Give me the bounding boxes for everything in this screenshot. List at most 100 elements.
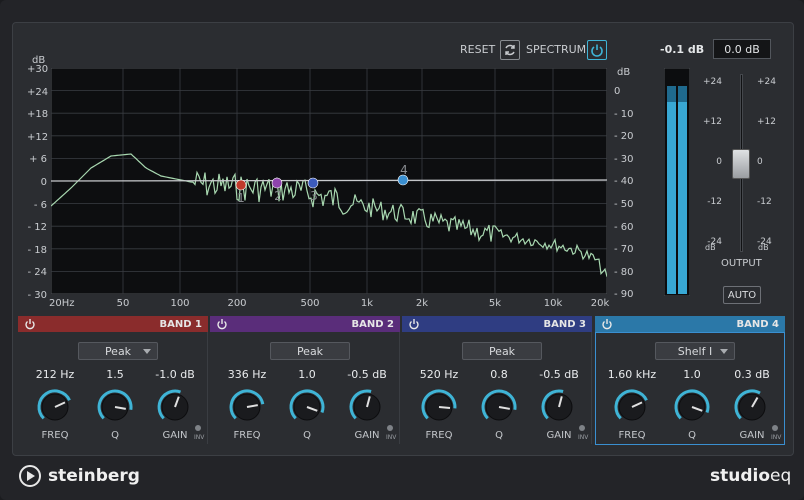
- steinberg-logo-icon: [19, 465, 41, 487]
- band-4-header[interactable]: BAND 4: [595, 316, 785, 332]
- band-3-marker-label: 3: [310, 189, 318, 203]
- band-3-invert-toggle[interactable]: [579, 425, 585, 431]
- frequency-tick: 100: [170, 298, 190, 309]
- band-2-gain-label: GAIN: [354, 430, 380, 441]
- band-2-gain-knob[interactable]: [347, 387, 387, 427]
- band-2-type-select[interactable]: Peak: [270, 342, 350, 360]
- frequency-tick: 1k: [360, 298, 374, 309]
- band-1-header[interactable]: BAND 1: [18, 316, 208, 332]
- product-name: studioeq: [710, 466, 791, 486]
- band-3-freq-knob[interactable]: [419, 387, 459, 427]
- band-title: BAND 3: [543, 318, 586, 330]
- band-2-header[interactable]: BAND 2: [210, 316, 400, 332]
- output-scale-tick: -12: [707, 197, 722, 207]
- band-1-gain-label: GAIN: [162, 430, 188, 441]
- output-scale-tick: +24: [703, 77, 722, 87]
- band-4-type-select[interactable]: Shelf I: [655, 342, 735, 360]
- band-2-invert-label: INV: [386, 434, 397, 441]
- band-1-freq-knob[interactable]: [35, 387, 75, 427]
- band-title: BAND 1: [159, 318, 202, 330]
- band-1-gain-knob[interactable]: [155, 387, 195, 427]
- band-power-icon[interactable]: [216, 318, 228, 330]
- band-1-freq-value[interactable]: 212 Hz: [25, 368, 85, 381]
- band-3-q-label: Q: [495, 430, 503, 441]
- band-2-freq-knob[interactable]: [227, 387, 267, 427]
- output-scale-tick: +24: [757, 77, 776, 87]
- reset-button[interactable]: [500, 40, 520, 60]
- band-2-invert-toggle[interactable]: [387, 425, 393, 431]
- band-4-q-knob[interactable]: [672, 387, 712, 427]
- band-3-header[interactable]: BAND 3: [402, 316, 592, 332]
- right-axis-unit: dB: [617, 67, 631, 78]
- left-axis-tick: +30: [27, 64, 49, 75]
- band-1-invert-toggle[interactable]: [195, 425, 201, 431]
- right-axis-tick: - 80: [614, 266, 634, 278]
- output-fader-handle[interactable]: [732, 149, 750, 179]
- left-axis-tick: - 18: [27, 244, 47, 256]
- left-axis-tick: +12: [27, 131, 49, 143]
- band-4-gain-value[interactable]: 0.3 dB: [722, 368, 782, 381]
- band-1-marker-label: 1: [237, 191, 245, 205]
- band-4-freq-knob[interactable]: [612, 387, 652, 427]
- band-1-handle[interactable]: [235, 179, 247, 191]
- band-power-icon[interactable]: [408, 318, 420, 330]
- band-2-handle[interactable]: [271, 177, 283, 189]
- product-name-main: studio: [710, 466, 771, 486]
- band-4-gain-label: GAIN: [739, 430, 765, 441]
- frequency-tick: 200: [227, 298, 247, 309]
- band-title: BAND 2: [351, 318, 394, 330]
- band-3-gain-value[interactable]: -0.5 dB: [529, 368, 589, 381]
- band-power-icon[interactable]: [24, 318, 36, 330]
- band-1-type-select[interactable]: Peak: [78, 342, 158, 360]
- band-3-gain-knob[interactable]: [539, 387, 579, 427]
- output-scale-tick: +12: [703, 117, 722, 127]
- peak-readout: -0.1 dB: [660, 43, 705, 56]
- left-axis-tick: - 6: [33, 199, 47, 211]
- frequency-tick: 5k: [488, 298, 502, 309]
- brand-name: steinberg: [48, 466, 140, 486]
- band-3-type-select[interactable]: Peak: [462, 342, 542, 360]
- band-4-freq-value[interactable]: 1.60 kHz: [602, 368, 662, 381]
- frequency-tick: 2k: [415, 298, 429, 309]
- chevron-down-icon: [143, 349, 151, 354]
- band-1-gain-value[interactable]: -1.0 dB: [145, 368, 205, 381]
- band-power-icon[interactable]: [601, 318, 613, 330]
- band-2-freq-value[interactable]: 336 Hz: [217, 368, 277, 381]
- band-3-freq-label: FREQ: [425, 430, 453, 441]
- frequency-tick: 20Hz: [49, 298, 75, 309]
- band-4-freq-label: FREQ: [618, 430, 646, 441]
- footer: steinberg studioeq: [0, 456, 804, 500]
- band-2-q-knob[interactable]: [287, 387, 327, 427]
- frequency-tick: 500: [300, 298, 320, 309]
- output-scale-tick: -12: [757, 197, 772, 207]
- product-name-suffix: eq: [770, 466, 792, 486]
- band-4-q-value[interactable]: 1.0: [662, 368, 722, 381]
- band-4-invert-toggle[interactable]: [772, 425, 778, 431]
- band-4-gain-knob[interactable]: [732, 387, 772, 427]
- band-3-handle[interactable]: [307, 177, 319, 189]
- frequency-tick: 10k: [543, 298, 563, 309]
- band-1-freq-label: FREQ: [41, 430, 69, 441]
- band-3-freq-value[interactable]: 520 Hz: [409, 368, 469, 381]
- band-3-q-value[interactable]: 0.8: [469, 368, 529, 381]
- chevron-down-icon: [720, 349, 728, 354]
- band-type-value: Shelf I: [677, 344, 713, 358]
- band-3-q-knob[interactable]: [479, 387, 519, 427]
- left-axis-tick: - 24: [27, 267, 47, 279]
- band-4-marker-label: 4: [400, 163, 408, 177]
- output-gain-field[interactable]: 0.0 dB: [713, 39, 771, 59]
- spectrum-toggle[interactable]: [587, 40, 607, 60]
- band-4-q-label: Q: [688, 430, 696, 441]
- band-2-q-value[interactable]: 1.0: [277, 368, 337, 381]
- band-1-q-value[interactable]: 1.5: [85, 368, 145, 381]
- right-axis-tick: - 20: [614, 131, 634, 143]
- output-scale-unit-left: dB: [705, 243, 716, 252]
- auto-button[interactable]: AUTO: [723, 286, 761, 304]
- band-2-gain-value[interactable]: -0.5 dB: [337, 368, 397, 381]
- band-type-value: Peak: [296, 344, 324, 358]
- eq-graph[interactable]: 1 2 3 4: [51, 68, 607, 294]
- left-axis-tick: +18: [27, 109, 49, 121]
- band-2-marker-label: 2: [274, 189, 282, 203]
- reset-label: RESET: [460, 43, 496, 56]
- band-1-q-knob[interactable]: [95, 387, 135, 427]
